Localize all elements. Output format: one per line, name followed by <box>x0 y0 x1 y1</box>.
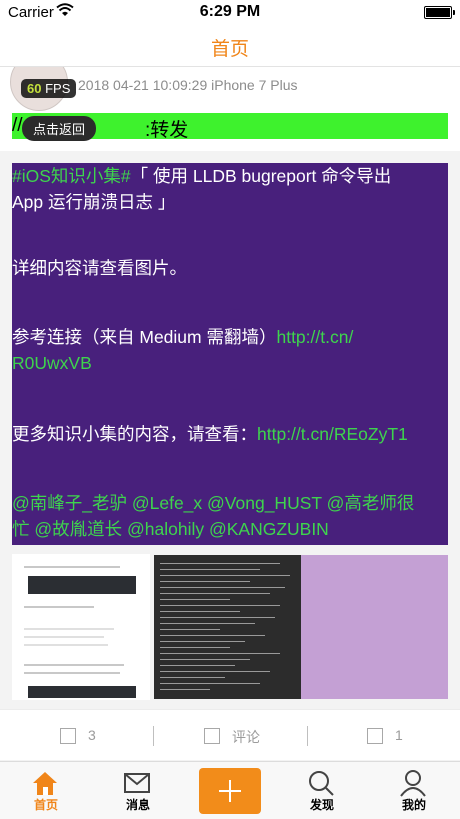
terminal-line <box>160 689 210 690</box>
like-icon <box>367 728 383 744</box>
mentions-line-1[interactable]: @南峰子_老驴 @Lefe_x @Vong_HUST @高老师很 <box>12 490 448 516</box>
repost-button[interactable]: 3 <box>0 710 153 760</box>
mail-icon <box>124 773 150 793</box>
terminal-line <box>160 659 250 660</box>
body-line-2: App 运行崩溃日志 」 <box>12 192 176 212</box>
tab-home-label: 首页 <box>33 798 58 812</box>
like-count: 1 <box>395 727 403 743</box>
user-icon <box>400 770 426 797</box>
tab-me-label: 我的 <box>401 798 426 812</box>
more-text: 更多知识小集的内容，请查看： <box>12 424 257 444</box>
terminal-line <box>160 629 220 630</box>
post-image-3[interactable] <box>301 555 448 699</box>
mentions-line-2[interactable]: 忙 @故胤道长 @halohily @KANGZUBIN <box>12 516 448 542</box>
terminal-line <box>160 605 280 606</box>
terminal-line <box>160 575 290 576</box>
ref-link[interactable]: http://t.cn/ <box>276 327 353 347</box>
more-link[interactable]: http://t.cn/REoZyT1 <box>257 424 408 444</box>
body-more: 更多知识小集的内容，请查看：http://t.cn/REoZyT1 <box>12 421 448 447</box>
image-text-line <box>24 644 108 646</box>
terminal-line <box>160 569 260 570</box>
tab-me[interactable]: 我的 <box>368 762 460 819</box>
battery-icon <box>424 6 455 19</box>
terminal-line <box>160 647 230 648</box>
body-line-1: #iOS知识小集#「 使用 LLDB bugreport 命令导出 <box>12 163 448 189</box>
terminal-line <box>160 599 230 600</box>
terminal-line <box>160 671 270 672</box>
image-text-line <box>24 628 114 630</box>
topic-link[interactable]: #iOS知识小集# <box>12 166 131 186</box>
comment-label: 评论 <box>232 729 260 745</box>
feed-content[interactable]: 2018 04-21 10:09:29 iPhone 7 Plus 60 FPS… <box>0 67 460 761</box>
tab-messages[interactable]: 消息 <box>92 762 184 819</box>
post-image-1[interactable] <box>12 554 150 700</box>
repost-count: 3 <box>88 727 96 743</box>
tab-discover-label: 发现 <box>309 798 334 812</box>
home-icon <box>33 772 57 795</box>
terminal-line <box>160 587 285 588</box>
body-ref: 参考连接（来自 Medium 需翻墙）http://t.cn/ <box>12 324 448 350</box>
tab-home[interactable]: 首页 <box>0 762 92 819</box>
terminal-line <box>160 653 280 654</box>
terminal-line <box>160 623 255 624</box>
page-title: 首页 <box>210 39 249 60</box>
comment-icon <box>204 728 220 744</box>
ref-text: 参考连接（来自 Medium 需翻墙） <box>12 327 277 347</box>
retweet-prefix: // <box>12 115 23 136</box>
image-text-line <box>24 566 120 568</box>
fps-unit: FPS <box>41 81 71 96</box>
back-button[interactable]: 点击返回 <box>22 116 97 141</box>
body-detail: 详细内容请查看图片。 <box>12 258 187 278</box>
clock: 6:29 PM <box>199 3 261 20</box>
terminal-line <box>160 683 260 684</box>
post-meta: 2018 04-21 10:09:29 iPhone 7 Plus <box>78 77 298 93</box>
navigation-bar: 首页 <box>0 24 460 67</box>
retweet-suffix: :转发 <box>145 120 189 141</box>
tab-discover[interactable]: 发现 <box>276 762 368 819</box>
repost-icon <box>60 728 76 744</box>
tab-messages-label: 消息 <box>125 798 150 812</box>
ref-link-cont[interactable]: R0UwxVB <box>12 350 448 376</box>
like-button[interactable]: 1 <box>308 710 460 760</box>
fps-value: 60 <box>27 81 42 96</box>
terminal-line <box>160 563 280 564</box>
post-image-2[interactable] <box>154 555 301 699</box>
terminal-line <box>160 617 275 618</box>
status-bar: Carrier 6:29 PM <box>0 0 460 24</box>
terminal-line <box>160 665 235 666</box>
action-bar: 3 评论 1 <box>0 709 460 760</box>
body-text: 「 使用 LLDB bugreport 命令导出 <box>130 166 392 186</box>
image-text-line <box>24 606 94 608</box>
terminal-line <box>160 593 270 594</box>
retweeted-post-body: #iOS知识小集#「 使用 LLDB bugreport 命令导出 App 运行… <box>12 163 448 545</box>
post-header: 2018 04-21 10:09:29 iPhone 7 Plus 60 FPS <box>0 67 460 111</box>
terminal-line <box>160 635 265 636</box>
terminal-line <box>160 677 225 678</box>
terminal-line <box>160 611 240 612</box>
image-text-line <box>24 672 120 674</box>
plus-icon-vertical <box>229 780 231 802</box>
image-text-line <box>24 636 104 638</box>
terminal-line <box>160 641 245 642</box>
image-code-block <box>28 576 136 594</box>
image-text-line <box>24 664 124 666</box>
add-button[interactable] <box>199 768 261 814</box>
terminal-line <box>160 581 250 582</box>
search-icon <box>309 771 334 796</box>
tab-bar: 首页 消息 发现 我的 <box>0 761 460 819</box>
comment-button[interactable]: 评论 <box>154 710 307 760</box>
image-code-block <box>28 686 136 698</box>
fps-indicator: 60 FPS <box>21 79 77 98</box>
